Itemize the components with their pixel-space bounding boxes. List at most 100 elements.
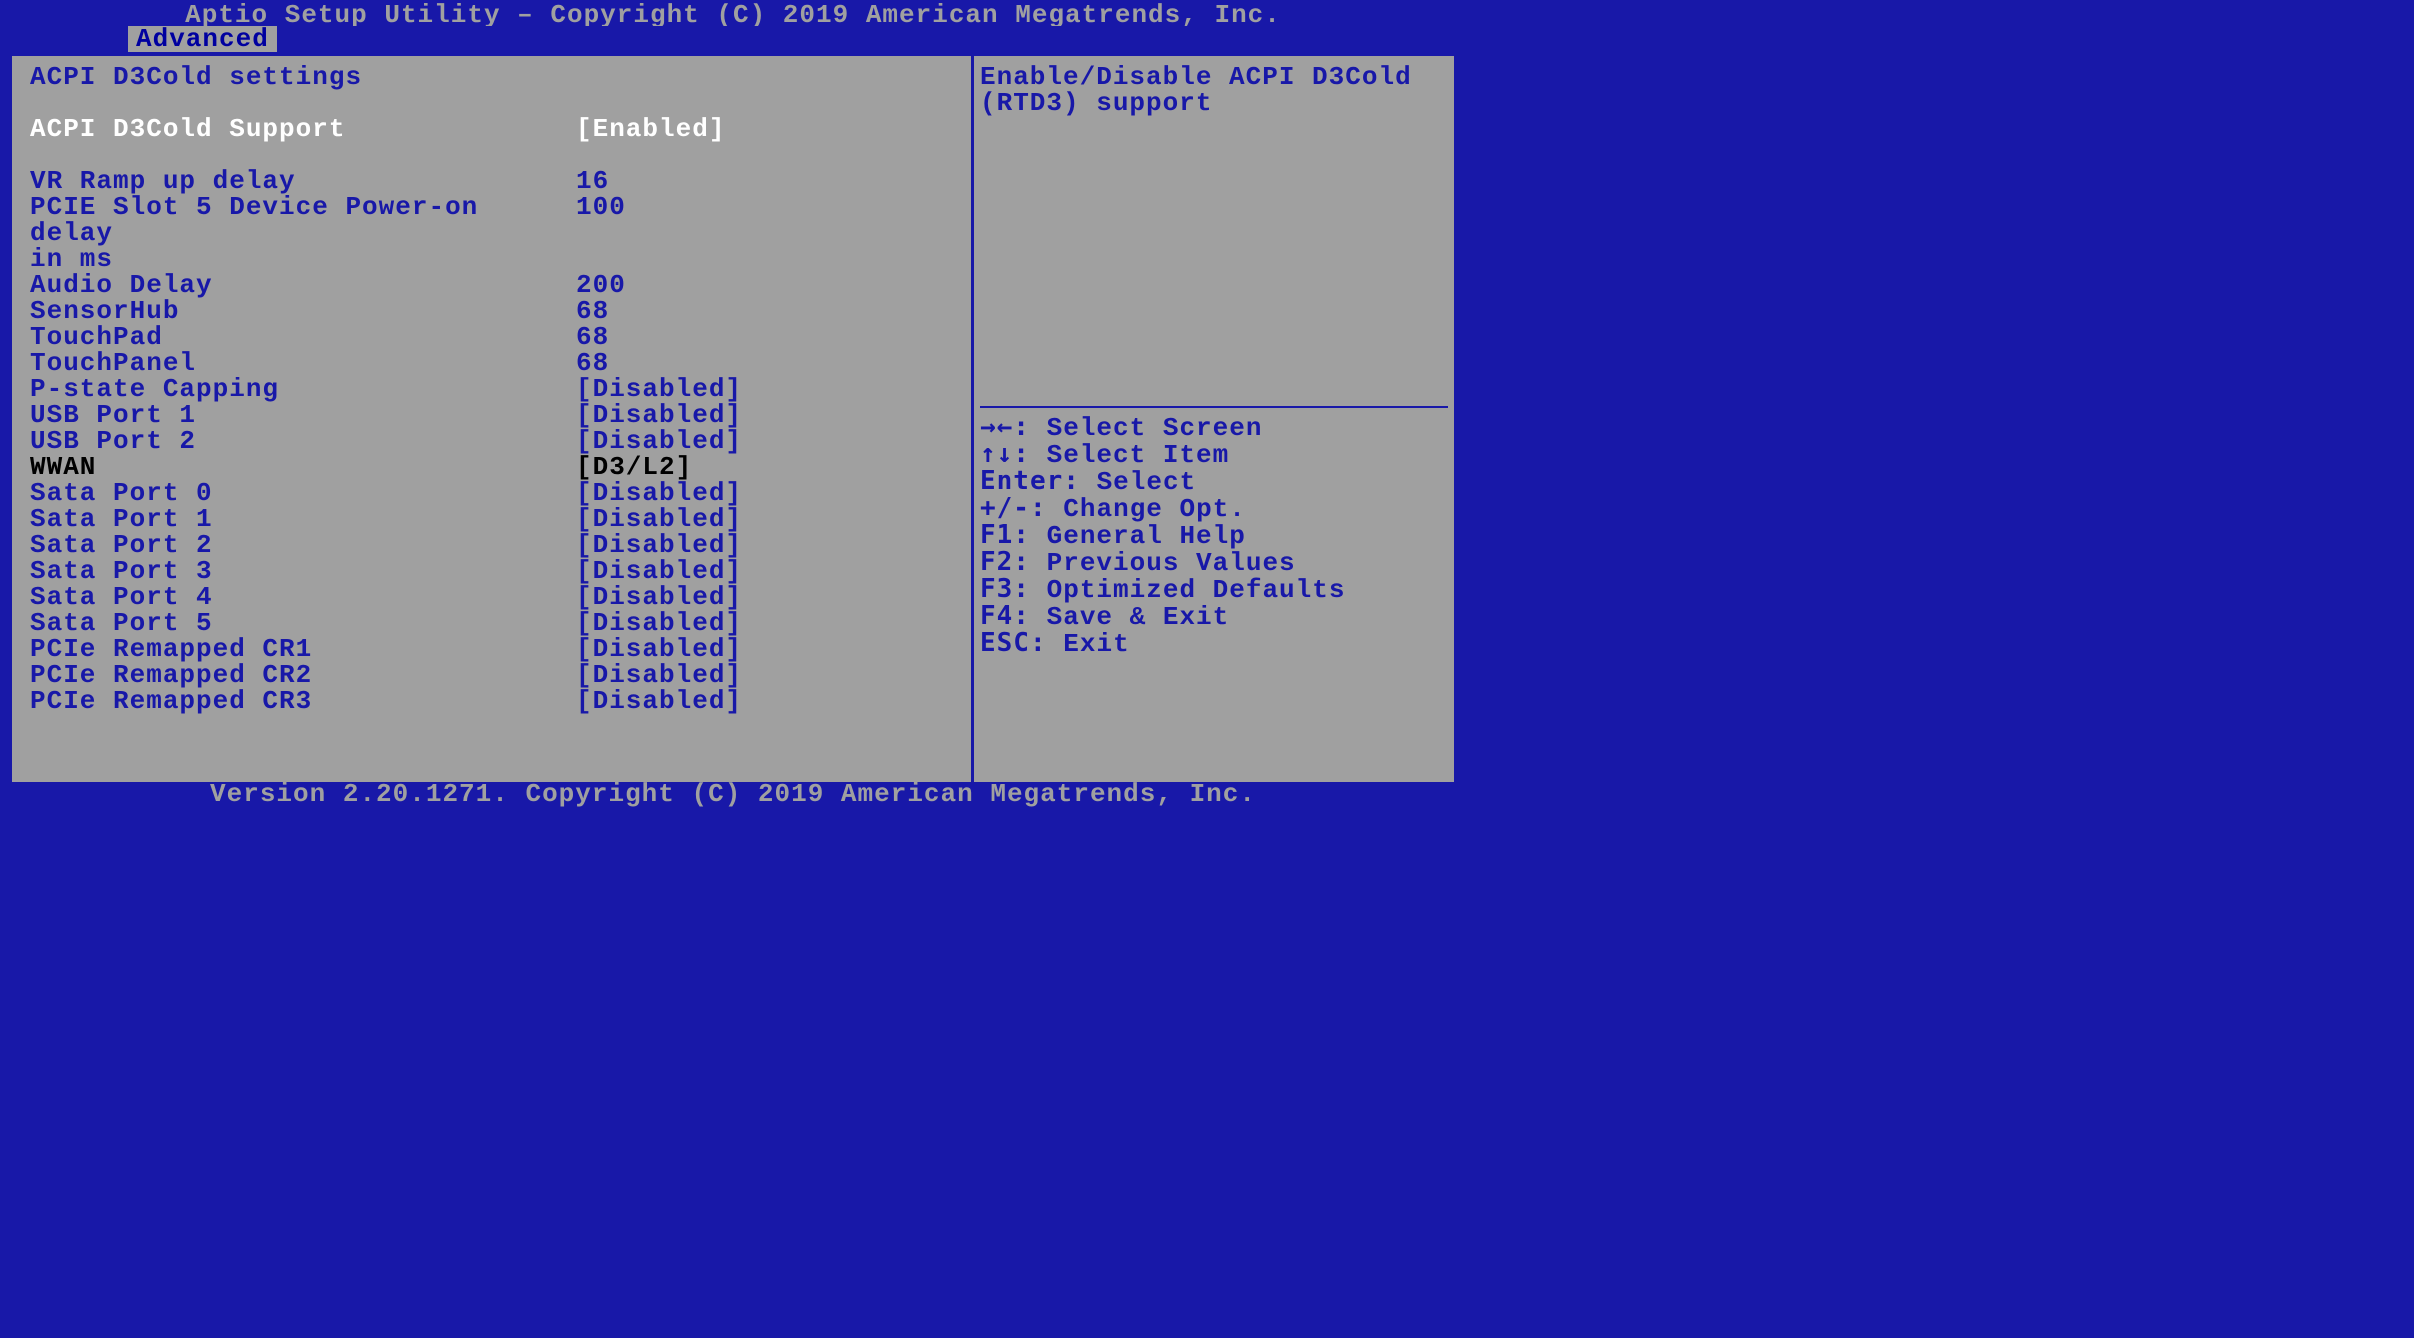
- setting-value: [Disabled]: [576, 584, 742, 610]
- setting-row[interactable]: WWAN[D3/L2]: [30, 454, 953, 480]
- setting-value: [Disabled]: [576, 688, 742, 714]
- setting-row[interactable]: Sata Port 2[Disabled]: [30, 532, 953, 558]
- key-text: Select: [1097, 467, 1197, 497]
- setting-row[interactable]: Sata Port 4[Disabled]: [30, 584, 953, 610]
- tab-advanced[interactable]: Advanced: [128, 26, 277, 52]
- key-help-row: Enter: Select: [980, 468, 1448, 495]
- setting-value: 200: [576, 272, 626, 298]
- setting-row[interactable]: PCIe Remapped CR1[Disabled]: [30, 636, 953, 662]
- key-text: Change Opt.: [1063, 494, 1246, 524]
- key-glyph: F3:: [980, 574, 1047, 604]
- setting-row[interactable]: PCIe Remapped CR2[Disabled]: [30, 662, 953, 688]
- section-title: ACPI D3Cold settings: [30, 64, 953, 90]
- setting-row[interactable]: TouchPad68: [30, 324, 953, 350]
- tab-bar: Advanced: [0, 26, 1466, 52]
- setting-row[interactable]: Sata Port 3[Disabled]: [30, 558, 953, 584]
- key-text: Select Screen: [1047, 413, 1263, 443]
- setting-label: PCIe Remapped CR1: [30, 636, 576, 662]
- key-help-row: F1: General Help: [980, 522, 1448, 549]
- key-help-row: F4: Save & Exit: [980, 603, 1448, 630]
- keys-section: →←: Select Screen↑↓: Select ItemEnter: S…: [980, 414, 1448, 657]
- setting-value: 16: [576, 168, 609, 194]
- setting-label: Sata Port 2: [30, 532, 576, 558]
- key-text: Previous Values: [1047, 548, 1296, 578]
- setting-value: 68: [576, 324, 609, 350]
- setting-label: P-state Capping: [30, 376, 576, 402]
- setting-value: 68: [576, 350, 609, 376]
- setting-value: [Disabled]: [576, 662, 742, 688]
- key-glyph: ESC:: [980, 628, 1063, 658]
- key-glyph: +/-:: [980, 493, 1063, 523]
- setting-row[interactable]: TouchPanel68: [30, 350, 953, 376]
- setting-value: [Disabled]: [576, 402, 742, 428]
- setting-label: Audio Delay: [30, 272, 576, 298]
- key-text: General Help: [1047, 521, 1246, 551]
- key-glyph: ↑↓:: [980, 439, 1047, 469]
- setting-value: [Disabled]: [576, 376, 742, 402]
- setting-label: in ms: [30, 246, 576, 272]
- setting-row[interactable]: USB Port 2[Disabled]: [30, 428, 953, 454]
- setting-label: VR Ramp up delay: [30, 168, 576, 194]
- key-text: Exit: [1063, 629, 1129, 659]
- key-glyph: F1:: [980, 520, 1047, 550]
- key-glyph: F2:: [980, 547, 1047, 577]
- setting-label: Sata Port 4: [30, 584, 576, 610]
- setting-value: 100: [576, 194, 626, 246]
- setting-row-continuation: in ms: [30, 246, 953, 272]
- setting-label: Sata Port 0: [30, 480, 576, 506]
- setting-label: PCIE Slot 5 Device Power-on delay: [30, 194, 576, 246]
- key-help-row: ESC: Exit: [980, 630, 1448, 657]
- setting-value: [Disabled]: [576, 532, 742, 558]
- setting-row[interactable]: PCIE Slot 5 Device Power-on delay100: [30, 194, 953, 246]
- setting-row[interactable]: ACPI D3Cold Support[Enabled]: [30, 116, 953, 142]
- setting-label: USB Port 2: [30, 428, 576, 454]
- help-text-line: Enable/Disable ACPI D3Cold: [980, 64, 1448, 90]
- setting-label: USB Port 1: [30, 402, 576, 428]
- setting-label: Sata Port 1: [30, 506, 576, 532]
- setting-label: SensorHub: [30, 298, 576, 324]
- setting-label: ACPI D3Cold Support: [30, 116, 576, 142]
- setting-label: WWAN: [30, 454, 576, 480]
- setting-value: [D3/L2]: [576, 454, 692, 480]
- setting-row[interactable]: Sata Port 0[Disabled]: [30, 480, 953, 506]
- setting-label: Sata Port 5: [30, 610, 576, 636]
- setting-label: TouchPanel: [30, 350, 576, 376]
- setting-row[interactable]: PCIe Remapped CR3[Disabled]: [30, 688, 953, 714]
- setting-value: [Disabled]: [576, 480, 742, 506]
- help-panel: Enable/Disable ACPI D3Cold (RTD3) suppor…: [974, 56, 1454, 782]
- key-help-row: →←: Select Screen: [980, 414, 1448, 441]
- help-divider: [980, 406, 1448, 408]
- setting-value: 68: [576, 298, 609, 324]
- setting-value: [Enabled]: [576, 116, 725, 142]
- header-title: Aptio Setup Utility – Copyright (C) 2019…: [0, 0, 1466, 26]
- setting-value: [Disabled]: [576, 558, 742, 584]
- setting-row[interactable]: Sata Port 1[Disabled]: [30, 506, 953, 532]
- key-glyph: →←:: [980, 412, 1047, 442]
- key-glyph: F4:: [980, 601, 1047, 631]
- setting-row[interactable]: SensorHub68: [30, 298, 953, 324]
- setting-row[interactable]: VR Ramp up delay16: [30, 168, 953, 194]
- setting-row[interactable]: P-state Capping[Disabled]: [30, 376, 953, 402]
- main-container: ACPI D3Cold settings ACPI D3Cold Support…: [8, 52, 1458, 784]
- setting-row[interactable]: Audio Delay200: [30, 272, 953, 298]
- setting-row[interactable]: Sata Port 5[Disabled]: [30, 610, 953, 636]
- setting-value: [Disabled]: [576, 506, 742, 532]
- key-help-row: ↑↓: Select Item: [980, 441, 1448, 468]
- setting-value: [Disabled]: [576, 428, 742, 454]
- setting-value: [Disabled]: [576, 636, 742, 662]
- footer-version: Version 2.20.1271. Copyright (C) 2019 Am…: [0, 784, 1466, 806]
- key-help-row: F3: Optimized Defaults: [980, 576, 1448, 603]
- spacer: [30, 142, 953, 168]
- setting-label: Sata Port 3: [30, 558, 576, 584]
- setting-label: PCIe Remapped CR2: [30, 662, 576, 688]
- setting-label: TouchPad: [30, 324, 576, 350]
- key-text: Optimized Defaults: [1047, 575, 1346, 605]
- settings-panel: ACPI D3Cold settings ACPI D3Cold Support…: [12, 56, 974, 782]
- key-help-row: F2: Previous Values: [980, 549, 1448, 576]
- setting-label: PCIe Remapped CR3: [30, 688, 576, 714]
- help-text-line: (RTD3) support: [980, 90, 1448, 116]
- key-help-row: +/-: Change Opt.: [980, 495, 1448, 522]
- setting-row[interactable]: USB Port 1[Disabled]: [30, 402, 953, 428]
- setting-value: [Disabled]: [576, 610, 742, 636]
- key-glyph: Enter:: [980, 466, 1097, 496]
